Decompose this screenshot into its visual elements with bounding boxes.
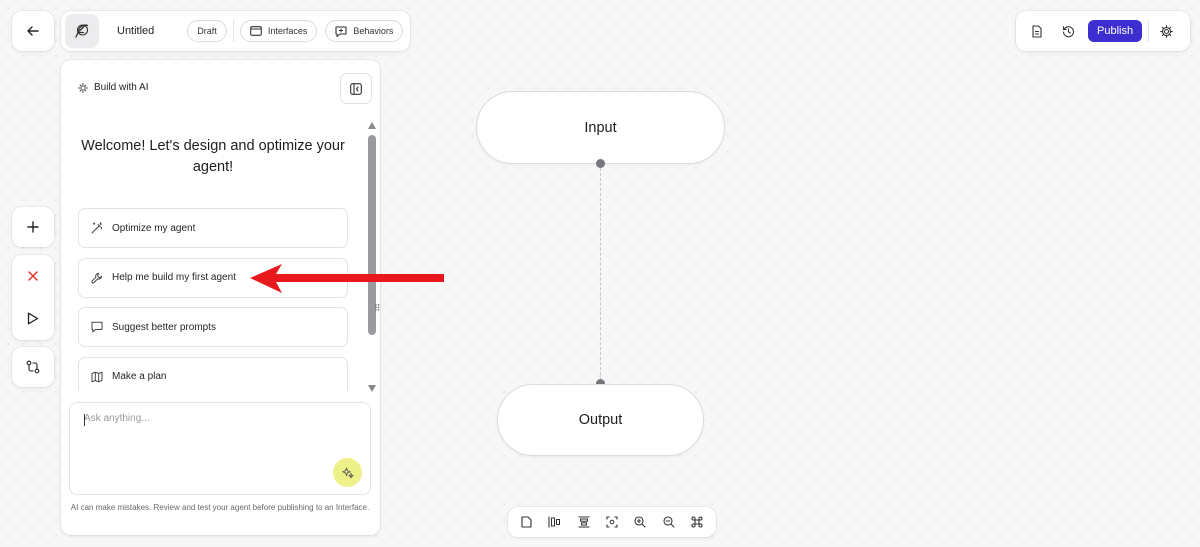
agent-avatar[interactable]: [65, 14, 99, 48]
add-node-button[interactable]: [12, 207, 54, 247]
zoom-in-icon: [634, 516, 646, 528]
close-icon: [28, 271, 38, 281]
suggestion-label: Suggest better prompts: [112, 321, 216, 333]
document-icon: [1032, 24, 1042, 38]
tab-behaviors-label: Behaviors: [353, 26, 394, 36]
settings-button[interactable]: [1160, 24, 1173, 38]
align-vertical-icon: [578, 516, 590, 528]
tab-interfaces-label: Interfaces: [267, 26, 308, 36]
magic-wand-icon: [91, 222, 103, 234]
text-cursor: [84, 414, 85, 426]
command-icon: [691, 516, 703, 528]
suggestion-optimize-agent[interactable]: Optimize my agent: [78, 208, 348, 248]
suggestion-label: Optimize my agent: [112, 222, 196, 234]
history-icon: [1062, 25, 1075, 37]
run-controls: [12, 255, 54, 340]
sparkle-icon: [341, 467, 354, 478]
divider: [1148, 20, 1150, 42]
zoom-out-icon: [662, 516, 675, 528]
branch-button[interactable]: [12, 347, 54, 387]
align-horizontal-button[interactable]: [548, 516, 561, 528]
zoom-out-button[interactable]: [662, 516, 675, 528]
chat-bubble-icon: [91, 321, 103, 333]
connection-edge[interactable]: [600, 168, 601, 380]
welcome-message: Welcome! Let's design and optimize your …: [81, 138, 345, 175]
suggestion-scrollbar[interactable]: [367, 122, 377, 392]
map-icon: [91, 371, 103, 382]
ask-input[interactable]: [84, 413, 344, 473]
suggestion-label: Make a plan: [112, 371, 167, 382]
arrow-left-icon: [27, 26, 39, 36]
add-note-button[interactable]: [521, 516, 532, 528]
align-horizontal-icon: [548, 516, 561, 528]
input-node-output-handle[interactable]: [596, 159, 605, 168]
run-button[interactable]: [12, 297, 54, 340]
divider: [232, 20, 234, 42]
node-label: Output: [578, 412, 623, 428]
suggestion-label: Help me build my first agent: [112, 272, 236, 283]
node-label: Input: [584, 119, 617, 136]
canvas-toolbar: [508, 507, 716, 537]
play-icon: [27, 312, 39, 325]
history-button[interactable]: [1062, 25, 1075, 38]
plus-icon: [27, 221, 39, 233]
suggestion-better-prompts[interactable]: Suggest better prompts: [78, 307, 348, 347]
output-node[interactable]: Output: [497, 384, 704, 456]
suggestion-make-plan[interactable]: Make a plan: [78, 356, 348, 390]
shortcuts-button[interactable]: [691, 516, 703, 528]
sidebar-collapse-icon: [350, 82, 362, 95]
behavior-icon: [335, 25, 347, 37]
document-button[interactable]: [1031, 24, 1043, 38]
close-tool-button[interactable]: [12, 255, 54, 297]
status-badge[interactable]: Draft: [187, 20, 227, 42]
panel-title: Build with AI: [94, 82, 149, 93]
interface-icon: [249, 26, 262, 36]
fit-view-button[interactable]: [606, 516, 618, 528]
zoom-in-button[interactable]: [634, 516, 646, 528]
scroll-down-arrow[interactable]: [368, 385, 376, 392]
tab-interfaces[interactable]: Interfaces: [239, 20, 318, 42]
gear-icon: [1160, 24, 1173, 38]
resize-handle[interactable]: ⠿: [374, 303, 381, 314]
panel-header: Build with AI: [78, 82, 148, 93]
back-button[interactable]: [12, 11, 54, 51]
sparkle-icon: [78, 82, 88, 93]
send-button[interactable]: [333, 458, 362, 487]
input-node[interactable]: Input: [476, 91, 725, 164]
chat-input-box: [69, 402, 371, 495]
suggestion-list: Optimize my agent Help me build my first…: [78, 208, 348, 390]
publish-button[interactable]: Publish: [1088, 20, 1143, 42]
fit-view-icon: [606, 516, 618, 528]
feather-icon: [75, 24, 89, 38]
agent-title[interactable]: Untitled: [117, 25, 154, 37]
ai-disclaimer: AI can make mistakes. Review and test yo…: [70, 503, 370, 512]
align-vertical-button[interactable]: [578, 516, 590, 528]
top-toolbar: Untitled Draft Interfaces Behaviors: [61, 11, 410, 51]
wrench-icon: [91, 272, 103, 283]
right-toolbar: Publish: [1016, 11, 1190, 51]
ai-builder-panel: Build with AI Welcome! Let's design and …: [61, 60, 381, 535]
note-icon: [521, 516, 532, 528]
scroll-up-arrow[interactable]: [368, 122, 376, 129]
tab-behaviors[interactable]: Behaviors: [325, 20, 404, 42]
collapse-panel-button[interactable]: [340, 73, 372, 104]
annotation-arrow: [250, 264, 444, 293]
git-compare-icon: [26, 360, 40, 374]
